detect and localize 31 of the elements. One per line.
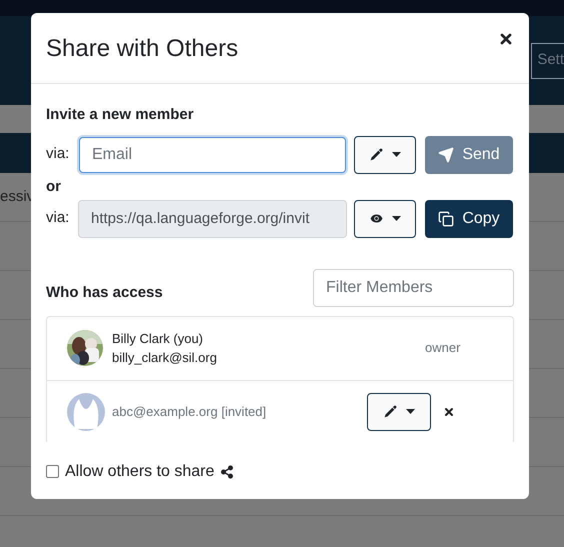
caret-icon — [392, 216, 401, 221]
pencil-icon — [369, 147, 384, 162]
pencil-icon — [383, 404, 398, 419]
role-dropdown[interactable] — [354, 200, 416, 238]
caret-icon — [406, 409, 415, 414]
section-heading: Who has access — [46, 283, 163, 303]
section-heading: Invite a new member — [46, 105, 195, 125]
close-icon[interactable] — [498, 31, 514, 47]
or-label: or — [46, 176, 62, 196]
role-label: owner — [425, 339, 460, 358]
copy-icon — [438, 210, 454, 226]
share-icon — [220, 464, 234, 478]
member-email: billy_clark@sil.org — [112, 349, 218, 367]
checkbox-label: Allow others to share — [65, 462, 214, 482]
settings-button[interactable]: Sett — [531, 42, 564, 78]
via-label: via: — [46, 208, 70, 228]
member-name: Billy Clark (you) — [112, 330, 204, 348]
email-field[interactable]: Email — [77, 134, 348, 174]
invite-link-field[interactable]: https://qa.languageforge.org/invit — [78, 200, 347, 238]
caret-icon — [392, 152, 401, 157]
filter-field[interactable]: Filter Members — [313, 268, 514, 306]
remove-icon[interactable] — [443, 406, 455, 418]
role-dropdown[interactable] — [367, 392, 431, 430]
member-email: abc@example.org [invited] — [112, 402, 268, 421]
via-label: via: — [46, 144, 70, 164]
copy-button[interactable]: Copy — [425, 200, 513, 238]
checkbox[interactable] — [46, 465, 59, 478]
role-dropdown[interactable] — [354, 136, 416, 174]
dialog-title: Share with Others — [46, 37, 238, 61]
send-icon — [438, 146, 454, 162]
avatar-silhouette-icon — [67, 392, 105, 430]
